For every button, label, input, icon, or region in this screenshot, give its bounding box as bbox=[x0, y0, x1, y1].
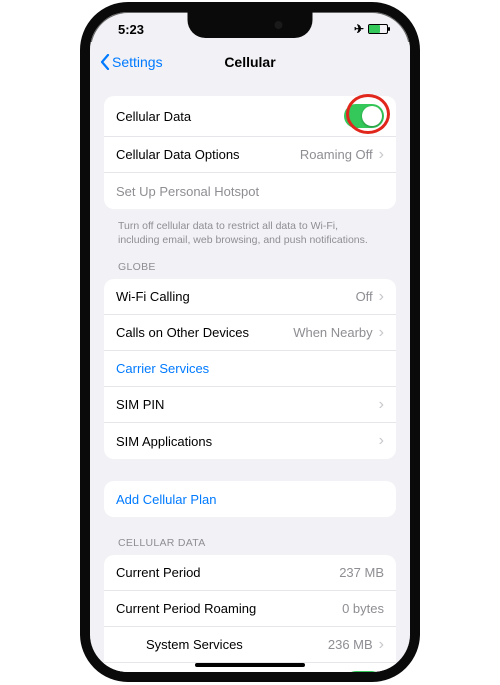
chevron-right-icon: › bbox=[379, 147, 384, 163]
current-period-label: Current Period bbox=[116, 565, 201, 580]
device-notch bbox=[188, 12, 313, 38]
group-cellular: Cellular Data Cellular Data Options Roam… bbox=[104, 96, 396, 209]
chevron-right-icon: › bbox=[379, 397, 384, 413]
carrier-header: GLOBE bbox=[104, 247, 396, 277]
calls-other-detail: When Nearby bbox=[293, 325, 372, 340]
home-indicator[interactable] bbox=[195, 663, 305, 667]
footer-note: Turn off cellular data to restrict all d… bbox=[104, 215, 396, 247]
cellular-data-toggle[interactable] bbox=[344, 104, 384, 128]
row-hotspot[interactable]: Set Up Personal Hotspot bbox=[104, 173, 396, 209]
chevron-right-icon: › bbox=[379, 325, 384, 341]
row-wifi-calling[interactable]: Wi-Fi Calling Off › bbox=[104, 279, 396, 315]
system-services-value: 236 MB bbox=[328, 637, 373, 652]
battery-icon bbox=[368, 24, 388, 34]
chevron-right-icon: › bbox=[379, 289, 384, 305]
row-calls-other[interactable]: Calls on Other Devices When Nearby › bbox=[104, 315, 396, 351]
chevron-left-icon bbox=[100, 54, 110, 70]
status-right: ✈︎ bbox=[354, 22, 388, 36]
sim-apps-label: SIM Applications bbox=[116, 434, 212, 449]
wifi-calling-detail: Off bbox=[356, 289, 373, 304]
cellular-options-detail: Roaming Off bbox=[300, 147, 373, 162]
row-sim-apps[interactable]: SIM Applications › bbox=[104, 423, 396, 459]
group-add-plan: Add Cellular Plan bbox=[104, 481, 396, 517]
row-system-services[interactable]: System Services 236 MB › bbox=[104, 627, 396, 663]
system-services-label: System Services bbox=[116, 637, 243, 652]
sim-pin-label: SIM PIN bbox=[116, 397, 164, 412]
mail-label: Mail bbox=[146, 671, 179, 672]
cellular-options-label: Cellular Data Options bbox=[116, 147, 240, 162]
back-button[interactable]: Settings bbox=[100, 54, 163, 70]
hotspot-label: Set Up Personal Hotspot bbox=[116, 184, 259, 199]
row-cellular-data[interactable]: Cellular Data bbox=[104, 96, 396, 137]
calls-other-label: Calls on Other Devices bbox=[116, 325, 249, 340]
group-carrier: Wi-Fi Calling Off › Calls on Other Devic… bbox=[104, 279, 396, 459]
row-cellular-options[interactable]: Cellular Data Options Roaming Off › bbox=[104, 137, 396, 173]
row-add-plan[interactable]: Add Cellular Plan bbox=[104, 481, 396, 517]
cellular-data-label: Cellular Data bbox=[116, 109, 191, 124]
current-roaming-label: Current Period Roaming bbox=[116, 601, 256, 616]
airplane-icon: ✈︎ bbox=[354, 22, 364, 36]
row-sim-pin[interactable]: SIM PIN › bbox=[104, 387, 396, 423]
nav-bar: Settings Cellular bbox=[90, 42, 410, 82]
wifi-calling-label: Wi-Fi Calling bbox=[116, 289, 190, 304]
mail-toggle[interactable] bbox=[344, 671, 384, 672]
add-plan-label: Add Cellular Plan bbox=[116, 492, 216, 507]
status-time: 5:23 bbox=[118, 22, 144, 37]
screen: Settings Cellular Cellular Data Cellular… bbox=[90, 42, 410, 672]
back-label: Settings bbox=[112, 54, 163, 70]
row-current-roaming: Current Period Roaming 0 bytes bbox=[104, 591, 396, 627]
row-current-period: Current Period 237 MB bbox=[104, 555, 396, 591]
current-period-value: 237 MB bbox=[339, 565, 384, 580]
group-usage: Current Period 237 MB Current Period Roa… bbox=[104, 555, 396, 672]
phone-frame: 5:23 ✈︎ Settings Cellular Cellular Data … bbox=[80, 2, 420, 682]
row-carrier-services[interactable]: Carrier Services bbox=[104, 351, 396, 387]
chevron-right-icon: › bbox=[379, 637, 384, 653]
current-roaming-value: 0 bytes bbox=[342, 601, 384, 616]
carrier-services-label: Carrier Services bbox=[116, 361, 209, 376]
data-header: CELLULAR DATA bbox=[104, 523, 396, 553]
chevron-right-icon: › bbox=[379, 433, 384, 449]
